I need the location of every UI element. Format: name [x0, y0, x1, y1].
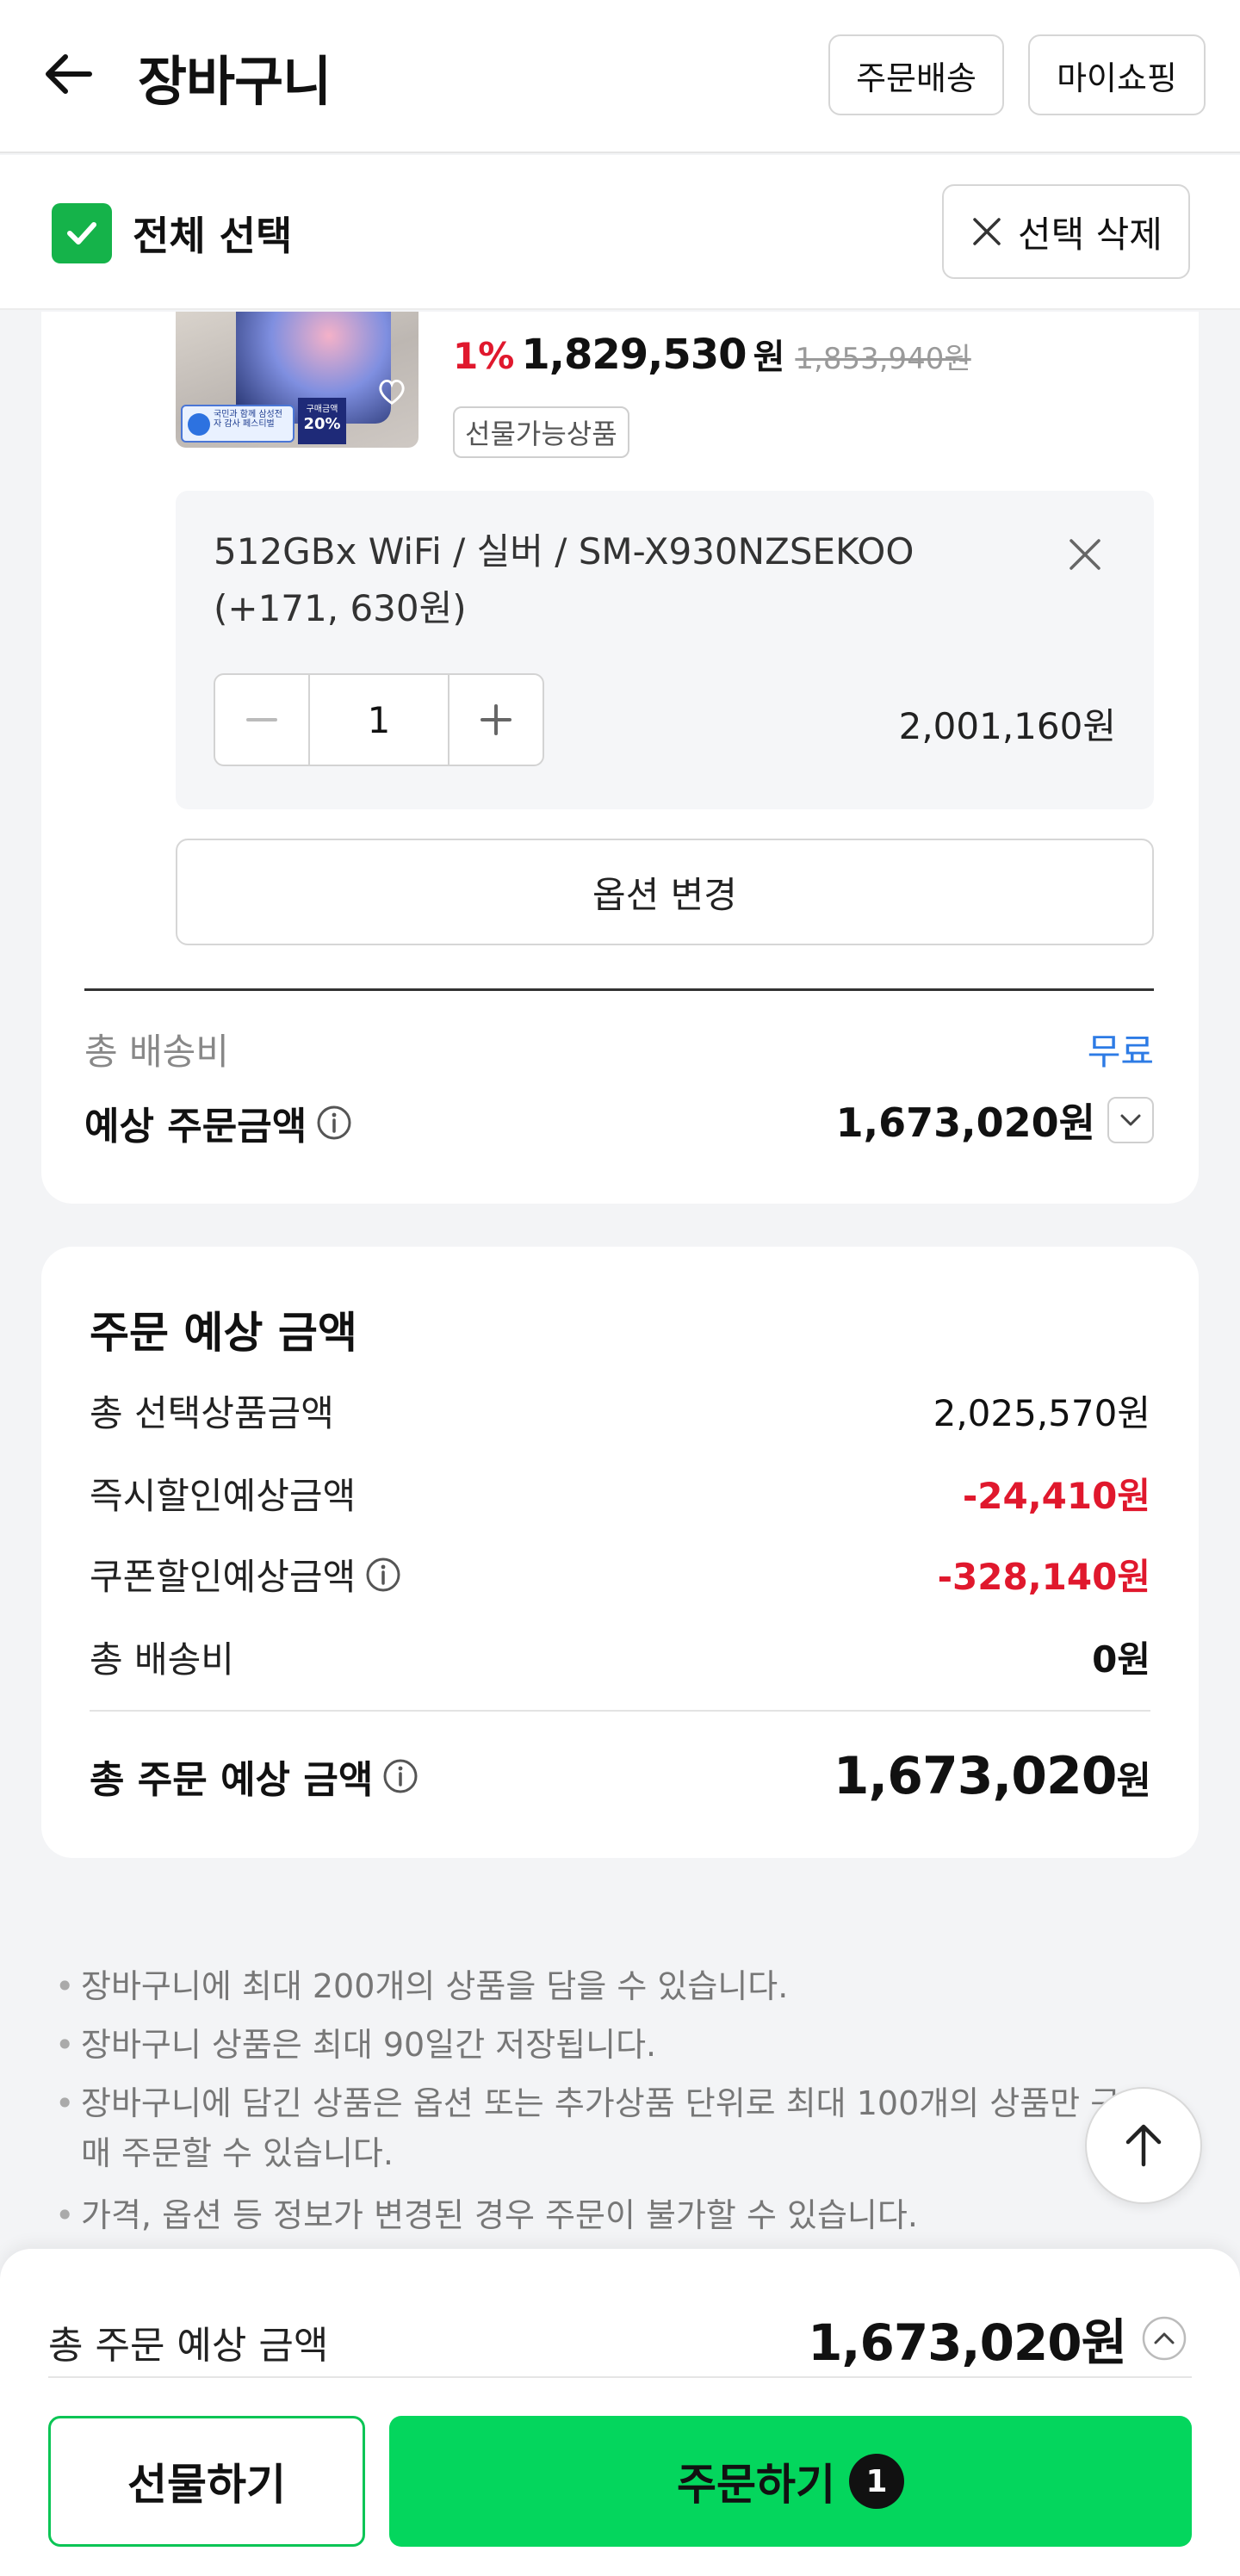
info-icon[interactable] [315, 1104, 353, 1142]
change-option-button[interactable]: 옵션 변경 [176, 839, 1154, 945]
delete-selected-button[interactable]: 선택 삭제 [942, 184, 1190, 279]
summary-row: 총 배송비 0원 [90, 1631, 1150, 1683]
order-delivery-button[interactable]: 주문배송 [828, 34, 1004, 115]
total-unit: 원 [1116, 1759, 1151, 1803]
select-all-label[interactable]: 전체 선택 [133, 205, 292, 262]
summary-row: 즉시할인예상금액 -24,410원 [90, 1467, 1150, 1520]
decrease-button[interactable] [215, 675, 308, 765]
chevron-up-icon[interactable] [1140, 2314, 1188, 2362]
option-text: 512GBx WiFi / 실버 / SM-X930NZSEKOO (+171,… [214, 530, 914, 629]
bottom-order-bar: 총 주문 예상 금액 1,673,020원 선물하기 주문하기 1 [0, 2249, 1240, 2576]
estimated-amount: 1,673,020원 [836, 1092, 1154, 1149]
notice-item: 장바구니에 최대 200개의 상품을 담을 수 있습니다. [55, 1961, 1175, 2011]
info-icon[interactable] [364, 1556, 402, 1594]
summary-row-label: 즉시할인예상금액 [90, 1475, 356, 1517]
summary-row-value: 0원 [1092, 1638, 1150, 1681]
notice-item: 장바구니에 담긴 상품은 옵션 또는 추가상품 단위로 최대 100개의 상품만… [55, 2078, 1140, 2178]
cart-item-card: 국민과 함께 삼성전자 감사 페스티벌 구매금액 20% 1% 1,829,53… [41, 312, 1199, 1204]
option-price: 2,001,160원 [898, 705, 1116, 747]
summary-row-label: 총 선택상품금액 [90, 1392, 334, 1434]
notice-item: 장바구니 상품은 최대 90일간 저장됩니다. [55, 2020, 1175, 2070]
total-value: 1,673,020원 [833, 1746, 1151, 1806]
divider [84, 988, 1154, 991]
discount-badge-pct: 20% [303, 415, 341, 433]
divider [48, 2376, 1192, 2378]
estimated-amount-value: 1,673,020원 [835, 1099, 1095, 1146]
summary-row: 총 선택상품금액 2,025,570원 [90, 1384, 1150, 1437]
quantity-stepper: 1 [214, 673, 544, 766]
total-amount: 1,673,020 [833, 1746, 1118, 1806]
arrow-up-icon [1125, 2124, 1162, 2167]
summary-row-value: 2,025,570원 [933, 1392, 1150, 1434]
my-shopping-button[interactable]: 마이쇼핑 [1028, 34, 1206, 115]
check-icon [67, 222, 96, 245]
bottom-total-label: 총 주문 예상 금액 [48, 2324, 329, 2368]
shipping-value: 무료 [1087, 1031, 1154, 1073]
header: 장바구니 주문배송 마이쇼핑 [0, 0, 1240, 153]
festival-badge: 국민과 함께 삼성전자 감사 페스티벌 [181, 405, 294, 443]
order-button[interactable]: 주문하기 1 [389, 2416, 1192, 2547]
order-summary-card: 주문 예상 금액 총 선택상품금액 2,025,570원 즉시할인예상금액 -2… [41, 1247, 1199, 1858]
delete-selected-label: 선택 삭제 [1018, 213, 1162, 256]
wishlist-heart-icon[interactable] [375, 375, 408, 408]
page-title: 장바구니 [138, 50, 332, 113]
festival-badge-text: 국민과 함께 삼성전자 감사 페스티벌 [214, 410, 282, 429]
summary-row-label-group: 쿠폰할인예상금액 [90, 1548, 402, 1601]
select-bar: 전체 선택 선택 삭제 [0, 155, 1240, 310]
summary-row-value: -328,140원 [937, 1556, 1150, 1598]
chevron-down-icon [1120, 1114, 1141, 1126]
discount-badge: 구매금액 20% [298, 398, 346, 444]
plus-icon [480, 704, 512, 735]
minus-icon [246, 718, 277, 721]
estimated-amount-label: 예상 주문금액 [84, 1095, 353, 1150]
original-price: 1,853,940원 [795, 342, 971, 376]
bottom-total-value: 1,673,020원 [808, 2313, 1127, 2372]
quantity-value[interactable]: 1 [308, 675, 450, 765]
increase-button[interactable] [450, 675, 542, 765]
discount-badge-label: 구매금액 [306, 405, 338, 414]
remove-option-icon[interactable] [1066, 536, 1104, 573]
scroll-top-button[interactable] [1085, 2087, 1202, 2204]
divider [90, 1710, 1150, 1712]
info-icon[interactable] [381, 1757, 419, 1795]
summary-row: 쿠폰할인예상금액 -328,140원 [90, 1548, 1150, 1601]
sale-price: 1,829,530 [521, 331, 747, 379]
sale-price-unit: 원 [753, 337, 785, 377]
expand-button[interactable] [1107, 1097, 1154, 1143]
summary-row-label: 총 배송비 [90, 1638, 234, 1681]
shipping-label: 총 배송비 [84, 1031, 229, 1073]
total-row: 총 주문 예상 금액 1,673,020원 [90, 1746, 1151, 1806]
gift-button[interactable]: 선물하기 [48, 2416, 365, 2547]
order-count-badge: 1 [849, 2454, 904, 2509]
summary-title: 주문 예상 금액 [90, 1308, 357, 1358]
total-label: 총 주문 예상 금액 [90, 1758, 374, 1802]
summary-row-value: -24,410원 [962, 1475, 1150, 1517]
estimated-amount-text: 예상 주문금액 [84, 1105, 307, 1149]
bottom-total: 1,673,020원 [808, 2302, 1188, 2375]
notice-list: 장바구니에 최대 200개의 상품을 담을 수 있습니다. 장바구니 상품은 최… [0, 1899, 1240, 2244]
notice-item: 가격, 옵션 등 정보가 변경된 경우 주문이 불가할 수 있습니다. [55, 2190, 1175, 2240]
badge-logo-icon [188, 413, 210, 436]
product-thumbnail[interactable]: 국민과 함께 삼성전자 감사 페스티벌 구매금액 20% [176, 312, 418, 448]
price-row: 1% 1,829,530 원 1,853,940원 [453, 329, 971, 379]
back-arrow-icon[interactable] [38, 43, 100, 105]
summary-row-label: 쿠폰할인예상금액 [90, 1556, 356, 1598]
discount-rate: 1% [453, 335, 515, 377]
gift-available-tag: 선물가능상품 [453, 406, 629, 458]
close-icon [973, 218, 1001, 245]
total-label-group: 총 주문 예상 금액 [90, 1749, 419, 1804]
option-box: 512GBx WiFi / 실버 / SM-X930NZSEKOO (+171,… [176, 491, 1154, 809]
select-all-checkbox[interactable] [52, 203, 112, 263]
order-button-label: 주문하기 [677, 2460, 835, 2510]
